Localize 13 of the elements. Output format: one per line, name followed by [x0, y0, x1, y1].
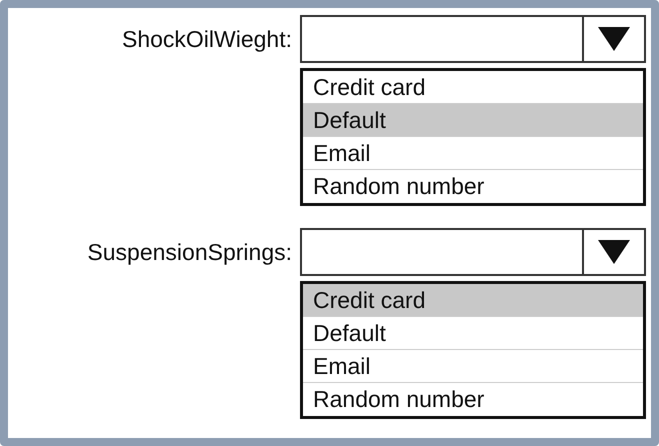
list-option[interactable]: Default — [303, 317, 643, 350]
dropdown-field[interactable] — [300, 228, 646, 276]
list-option[interactable]: Default — [303, 104, 643, 137]
dropdown-field[interactable] — [300, 15, 646, 63]
field-label: ShockOilWieght: — [122, 26, 292, 52]
caret-icon — [598, 240, 630, 264]
list-option[interactable]: Random number — [303, 383, 643, 416]
list-option[interactable]: Email — [303, 137, 643, 170]
list-option[interactable]: Random number — [303, 170, 643, 203]
list-option[interactable]: Credit card — [303, 284, 643, 317]
caret-icon — [598, 27, 630, 51]
list-option[interactable]: Email — [303, 350, 643, 383]
field-label: SuspensionSprings: — [87, 239, 292, 265]
